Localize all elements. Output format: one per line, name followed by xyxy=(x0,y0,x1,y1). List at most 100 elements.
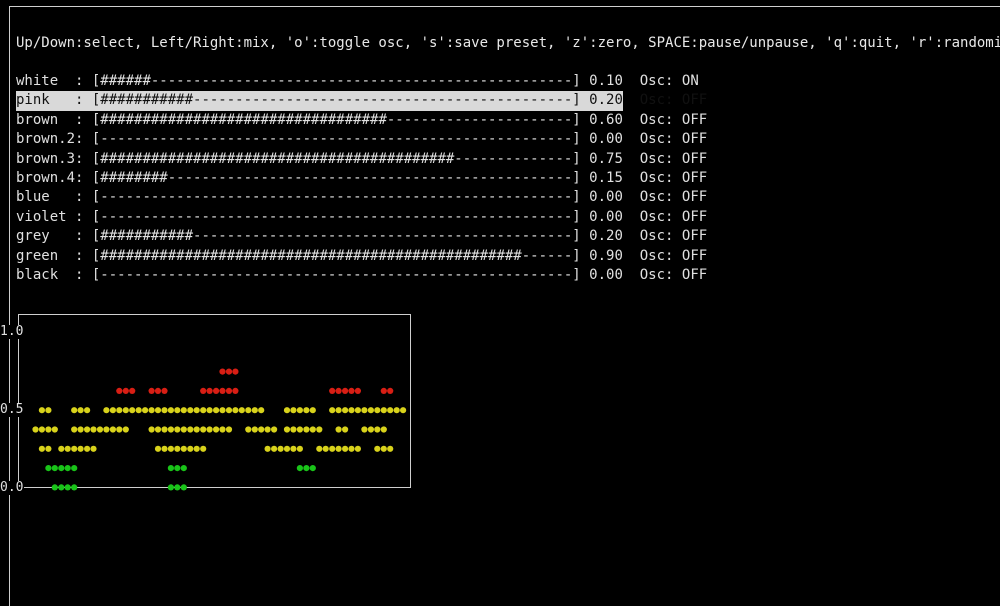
meter-led xyxy=(367,407,374,414)
channel-gap xyxy=(623,267,640,283)
meter-led xyxy=(154,426,162,433)
channel-level-bar[interactable]: [#######################################… xyxy=(92,248,589,264)
meter-led xyxy=(264,445,271,452)
meter-led xyxy=(387,387,394,394)
meter-led xyxy=(116,407,123,414)
osc-state[interactable]: OFF xyxy=(682,228,707,244)
osc-state[interactable]: OFF xyxy=(682,112,707,128)
channel-gap xyxy=(623,73,640,89)
meter-led xyxy=(174,445,181,452)
channel-gap xyxy=(623,209,640,225)
meter-led xyxy=(38,426,46,433)
channel-row[interactable]: brown.4: [########----------------------… xyxy=(16,169,707,188)
channel-level-value: 0.10 xyxy=(589,73,623,89)
meter-led xyxy=(342,426,349,433)
osc-state[interactable]: OFF xyxy=(682,170,707,186)
meter-led xyxy=(45,407,52,414)
channel-level-value: 0.60 xyxy=(589,111,623,128)
meter-led xyxy=(335,407,342,414)
osc-state[interactable]: ON xyxy=(682,73,699,89)
osc-label: Osc: xyxy=(639,247,682,264)
channel-level-value: 0.00 xyxy=(589,208,623,225)
osc-state[interactable]: OFF xyxy=(682,209,707,225)
channel-level-bar[interactable]: [---------------------------------------… xyxy=(92,209,589,225)
meter-led xyxy=(96,426,104,433)
channel-level-bar[interactable]: [---------------------------------------… xyxy=(92,131,589,147)
meter-led xyxy=(174,484,181,491)
meter-led xyxy=(316,445,323,452)
osc-state[interactable]: OFF xyxy=(682,267,707,283)
meter-led xyxy=(167,465,174,472)
meter-led xyxy=(374,445,381,452)
meter-led xyxy=(122,387,129,394)
meter-led xyxy=(296,445,303,452)
meter-led xyxy=(90,445,97,452)
channel-name: brown.3 xyxy=(16,150,76,167)
meter-led xyxy=(45,465,52,472)
meter-led xyxy=(238,407,245,414)
channel-level-bar[interactable]: [---------------------------------------… xyxy=(92,267,589,283)
channel-row[interactable]: green : [###############################… xyxy=(16,247,707,266)
osc-state[interactable]: OFF xyxy=(682,131,707,147)
meter-led xyxy=(64,484,71,491)
channel-row[interactable]: violet : [------------------------------… xyxy=(16,208,707,227)
meter-led xyxy=(374,426,381,433)
meter-led xyxy=(64,445,71,452)
meter-led xyxy=(84,445,91,452)
meter-led xyxy=(167,484,174,491)
meter-led xyxy=(135,407,142,414)
meter-led xyxy=(51,484,58,491)
meter-led xyxy=(342,387,349,394)
channel-level-bar[interactable]: [###########----------------------------… xyxy=(92,92,589,108)
meter-led xyxy=(174,426,181,433)
meter-led xyxy=(180,426,187,433)
channel-level-bar[interactable]: [#######################################… xyxy=(92,151,589,167)
channel-row[interactable]: brown : [###############################… xyxy=(16,111,707,130)
level-meter: 1.0 0.5 0.0 xyxy=(0,300,420,500)
meter-led xyxy=(283,426,291,433)
meter-led xyxy=(348,407,355,414)
channel-level-value: 0.20 xyxy=(589,228,623,245)
channel-name: violet xyxy=(16,208,76,225)
channel-level-value: 0.00 xyxy=(589,131,623,148)
meter-led xyxy=(296,407,303,414)
meter-led xyxy=(122,407,129,414)
channel-separator: : xyxy=(75,228,92,245)
channel-row[interactable]: brown.3: [##############################… xyxy=(16,150,707,169)
channel-level-bar[interactable]: [########-------------------------------… xyxy=(92,170,589,186)
channel-row[interactable]: grey : [###########---------------------… xyxy=(16,227,707,246)
meter-led xyxy=(258,407,265,414)
meter-led xyxy=(193,445,200,452)
meter-led xyxy=(335,445,342,452)
channel-row[interactable]: white : [######-------------------------… xyxy=(16,72,699,91)
channel-separator: : xyxy=(75,131,92,148)
meter-led xyxy=(58,484,65,491)
channel-row[interactable]: pink : [###########---------------------… xyxy=(16,91,707,111)
osc-state[interactable]: OFF xyxy=(682,248,707,264)
channel-level-bar[interactable]: [##################################-----… xyxy=(92,112,589,128)
meter-led xyxy=(77,407,84,414)
meter-led xyxy=(219,387,226,394)
channel-level-bar[interactable]: [######---------------------------------… xyxy=(92,73,589,89)
channel-level-value: 0.90 xyxy=(589,247,623,264)
meter-led xyxy=(187,407,194,414)
channel-row[interactable]: brown.2: [------------------------------… xyxy=(16,130,707,149)
channel-row[interactable]: black : [-------------------------------… xyxy=(16,266,707,285)
meter-led xyxy=(387,445,394,452)
osc-state[interactable]: OFF xyxy=(682,189,707,205)
meter-led xyxy=(45,445,52,452)
channel-name: pink xyxy=(16,92,76,109)
meter-led xyxy=(148,407,155,414)
channel-level-bar[interactable]: [###########----------------------------… xyxy=(92,228,589,244)
meter-led xyxy=(290,445,297,452)
meter-led xyxy=(329,387,336,394)
meter-led xyxy=(232,368,239,375)
channel-level-bar[interactable]: [---------------------------------------… xyxy=(92,189,589,205)
channel-row[interactable]: blue : [--------------------------------… xyxy=(16,188,707,207)
meter-led xyxy=(71,465,78,472)
meter-led xyxy=(335,387,342,394)
meter-led xyxy=(219,426,226,433)
meter-led xyxy=(187,445,194,452)
osc-state[interactable]: OFF xyxy=(682,151,707,167)
osc-state[interactable]: OFF xyxy=(682,92,707,108)
